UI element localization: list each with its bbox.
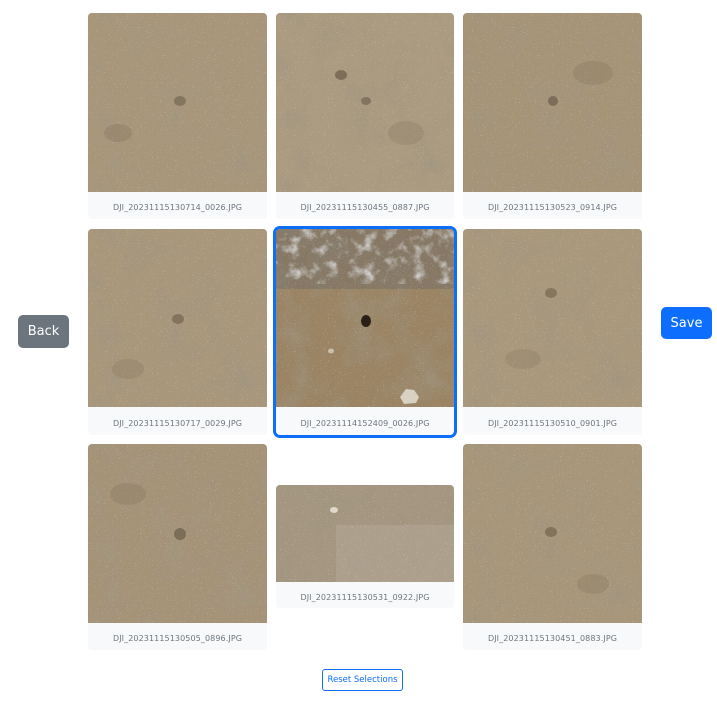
image-filename: DJI_20231115130451_0883.JPG (487, 634, 618, 643)
ground-photo-thumbnail (88, 229, 267, 407)
ground-photo-thumbnail (463, 229, 642, 407)
back-button[interactable]: Back (18, 315, 69, 348)
image-card[interactable]: DJI_20231115130505_0896.JPG (88, 444, 267, 650)
image-filename: DJI_20231115130505_0896.JPG (112, 634, 243, 643)
image-card[interactable]: DJI_20231115130510_0901.JPG (463, 229, 642, 435)
ground-photo-thumbnail (88, 444, 267, 623)
image-card[interactable]: DJI_20231115130531_0922.JPG (276, 485, 454, 608)
image-filename: DJI_20231115130714_0026.JPG (112, 203, 243, 212)
ground-photo-thumbnail (276, 229, 454, 407)
image-filename: DJI_20231115130531_0922.JPG (300, 593, 430, 602)
ground-photo-thumbnail (463, 13, 642, 192)
image-card[interactable]: DJI_20231115130717_0029.JPG (88, 229, 267, 435)
image-filename: DJI_20231115130523_0914.JPG (487, 203, 618, 212)
image-card[interactable]: DJI_20231115130451_0883.JPG (463, 444, 642, 650)
image-card[interactable]: DJI_20231115130523_0914.JPG (463, 13, 642, 219)
ground-photo-thumbnail (88, 13, 267, 192)
ground-photo-thumbnail (276, 13, 454, 192)
image-filename: DJI_20231115130717_0029.JPG (112, 419, 243, 428)
image-card[interactable]: DJI_20231115130714_0026.JPG (88, 13, 267, 219)
reset-selections-button[interactable]: Reset Selections (322, 669, 403, 691)
image-filename: DJI_20231115130455_0887.JPG (300, 203, 430, 212)
ground-photo-thumbnail (463, 444, 642, 623)
ground-photo-thumbnail (276, 485, 454, 582)
image-filename: DJI_20231114152409_0026.JPG (300, 419, 430, 428)
image-card-selected[interactable]: DJI_20231114152409_0026.JPG (273, 226, 457, 438)
save-button[interactable]: Save (661, 307, 712, 339)
image-filename: DJI_20231115130510_0901.JPG (487, 419, 618, 428)
image-card[interactable]: DJI_20231115130455_0887.JPG (276, 13, 454, 219)
